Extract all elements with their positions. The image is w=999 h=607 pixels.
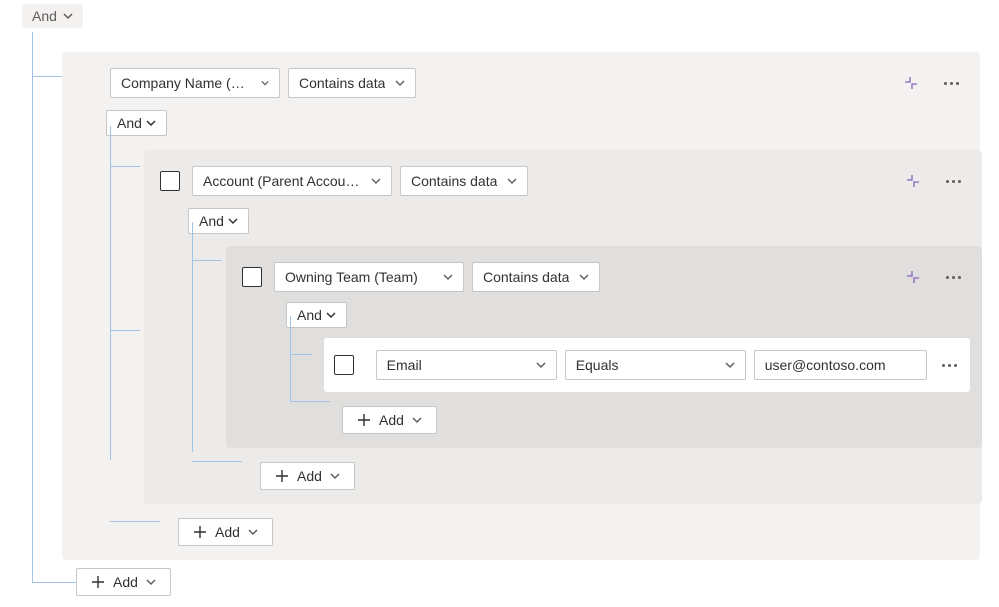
condition-operator-label: Equals [576, 357, 619, 373]
group2: Account (Parent Account) Contains data [144, 150, 982, 504]
chevron-down-icon [326, 310, 336, 320]
group3-entity-label: Owning Team (Team) [285, 269, 418, 285]
collapse-icon[interactable] [900, 72, 922, 94]
plus-icon [91, 575, 105, 589]
group2-condition-label: Contains data [411, 173, 497, 189]
more-icon[interactable] [940, 72, 962, 94]
group2-operator-label: And [199, 213, 224, 229]
connector [110, 126, 111, 460]
group2-condition-select[interactable]: Contains data [400, 166, 528, 196]
chevron-down-icon [261, 78, 269, 88]
more-icon[interactable] [942, 170, 964, 192]
group2-actions [902, 170, 970, 192]
connector [110, 521, 160, 522]
chevron-down-icon [146, 577, 156, 587]
group1-header: Company Name (Accou… Contains data [74, 68, 968, 98]
chevron-down-icon [443, 272, 453, 282]
group2-checkbox[interactable] [160, 171, 180, 191]
connector [32, 302, 33, 582]
chevron-down-icon [248, 527, 258, 537]
root-operator-label: And [32, 8, 57, 24]
condition-field-select[interactable]: Email [376, 350, 557, 380]
group3-add-button[interactable]: Add [342, 406, 437, 434]
group3-condition-label: Contains data [483, 269, 569, 285]
connector [290, 401, 330, 402]
group1-operator-label: And [117, 115, 142, 131]
plus-icon [275, 469, 289, 483]
connector [192, 222, 193, 452]
group3-add-label: Add [379, 412, 404, 428]
connector [110, 330, 140, 331]
group3-checkbox[interactable] [242, 267, 262, 287]
group3-header: Owning Team (Team) Contains data [238, 262, 970, 292]
root-operator[interactable]: And [22, 4, 83, 28]
group2-operator[interactable]: And [188, 208, 249, 234]
chevron-down-icon [725, 360, 735, 370]
group3-condition-select[interactable]: Contains data [472, 262, 600, 292]
group3-actions [902, 266, 970, 288]
group1-entity-select[interactable]: Company Name (Accou… [110, 68, 280, 98]
group1-add-label: Add [215, 524, 240, 540]
connector [32, 32, 33, 302]
group1: Company Name (Accou… Contains data And [62, 52, 980, 560]
group1-operator[interactable]: And [106, 110, 167, 136]
chevron-down-icon [579, 272, 589, 282]
chevron-down-icon [146, 118, 156, 128]
chevron-down-icon [395, 78, 405, 88]
chevron-down-icon [371, 176, 381, 186]
root-add-label: Add [113, 574, 138, 590]
group2-entity-select[interactable]: Account (Parent Account) [192, 166, 392, 196]
group1-condition-select[interactable]: Contains data [288, 68, 416, 98]
more-icon[interactable] [942, 266, 964, 288]
group1-add-button[interactable]: Add [178, 518, 273, 546]
group1-actions [900, 72, 968, 94]
group2-header: Account (Parent Account) Contains data [156, 166, 970, 196]
group3-operator-label: And [297, 307, 322, 323]
connector [192, 260, 222, 261]
chevron-down-icon [330, 471, 340, 481]
group3-entity-select[interactable]: Owning Team (Team) [274, 262, 464, 292]
plus-icon [357, 413, 371, 427]
chevron-down-icon [507, 176, 517, 186]
connector [290, 354, 312, 355]
collapse-icon[interactable] [902, 170, 924, 192]
condition-operator-select[interactable]: Equals [565, 350, 746, 380]
group2-add-button[interactable]: Add [260, 462, 355, 490]
connector [32, 76, 62, 77]
plus-icon [193, 525, 207, 539]
chevron-down-icon [228, 216, 238, 226]
group1-entity-label: Company Name (Accou… [121, 75, 251, 91]
condition-checkbox[interactable] [334, 355, 354, 375]
group1-condition-label: Contains data [299, 75, 385, 91]
root-add-button[interactable]: Add [76, 568, 171, 596]
connector [192, 461, 242, 462]
connector [32, 582, 76, 583]
connector [290, 316, 291, 402]
condition-value-text: user@contoso.com [765, 357, 886, 373]
chevron-down-icon [412, 415, 422, 425]
group2-entity-label: Account (Parent Account) [203, 173, 361, 189]
collapse-icon[interactable] [902, 266, 924, 288]
connector [110, 166, 140, 167]
condition-value-input[interactable]: user@contoso.com [754, 350, 927, 380]
group2-add-label: Add [297, 468, 322, 484]
condition-field-label: Email [387, 357, 422, 373]
chevron-down-icon [536, 360, 546, 370]
filter-builder: And Company Name (Accou… Contains data [0, 0, 999, 607]
chevron-down-icon [63, 11, 73, 21]
group3-operator[interactable]: And [286, 302, 347, 328]
condition-row: Email Equals user@contoso.com [324, 338, 970, 392]
group3: Owning Team (Team) Contains data [226, 246, 982, 448]
more-icon[interactable] [939, 354, 960, 376]
